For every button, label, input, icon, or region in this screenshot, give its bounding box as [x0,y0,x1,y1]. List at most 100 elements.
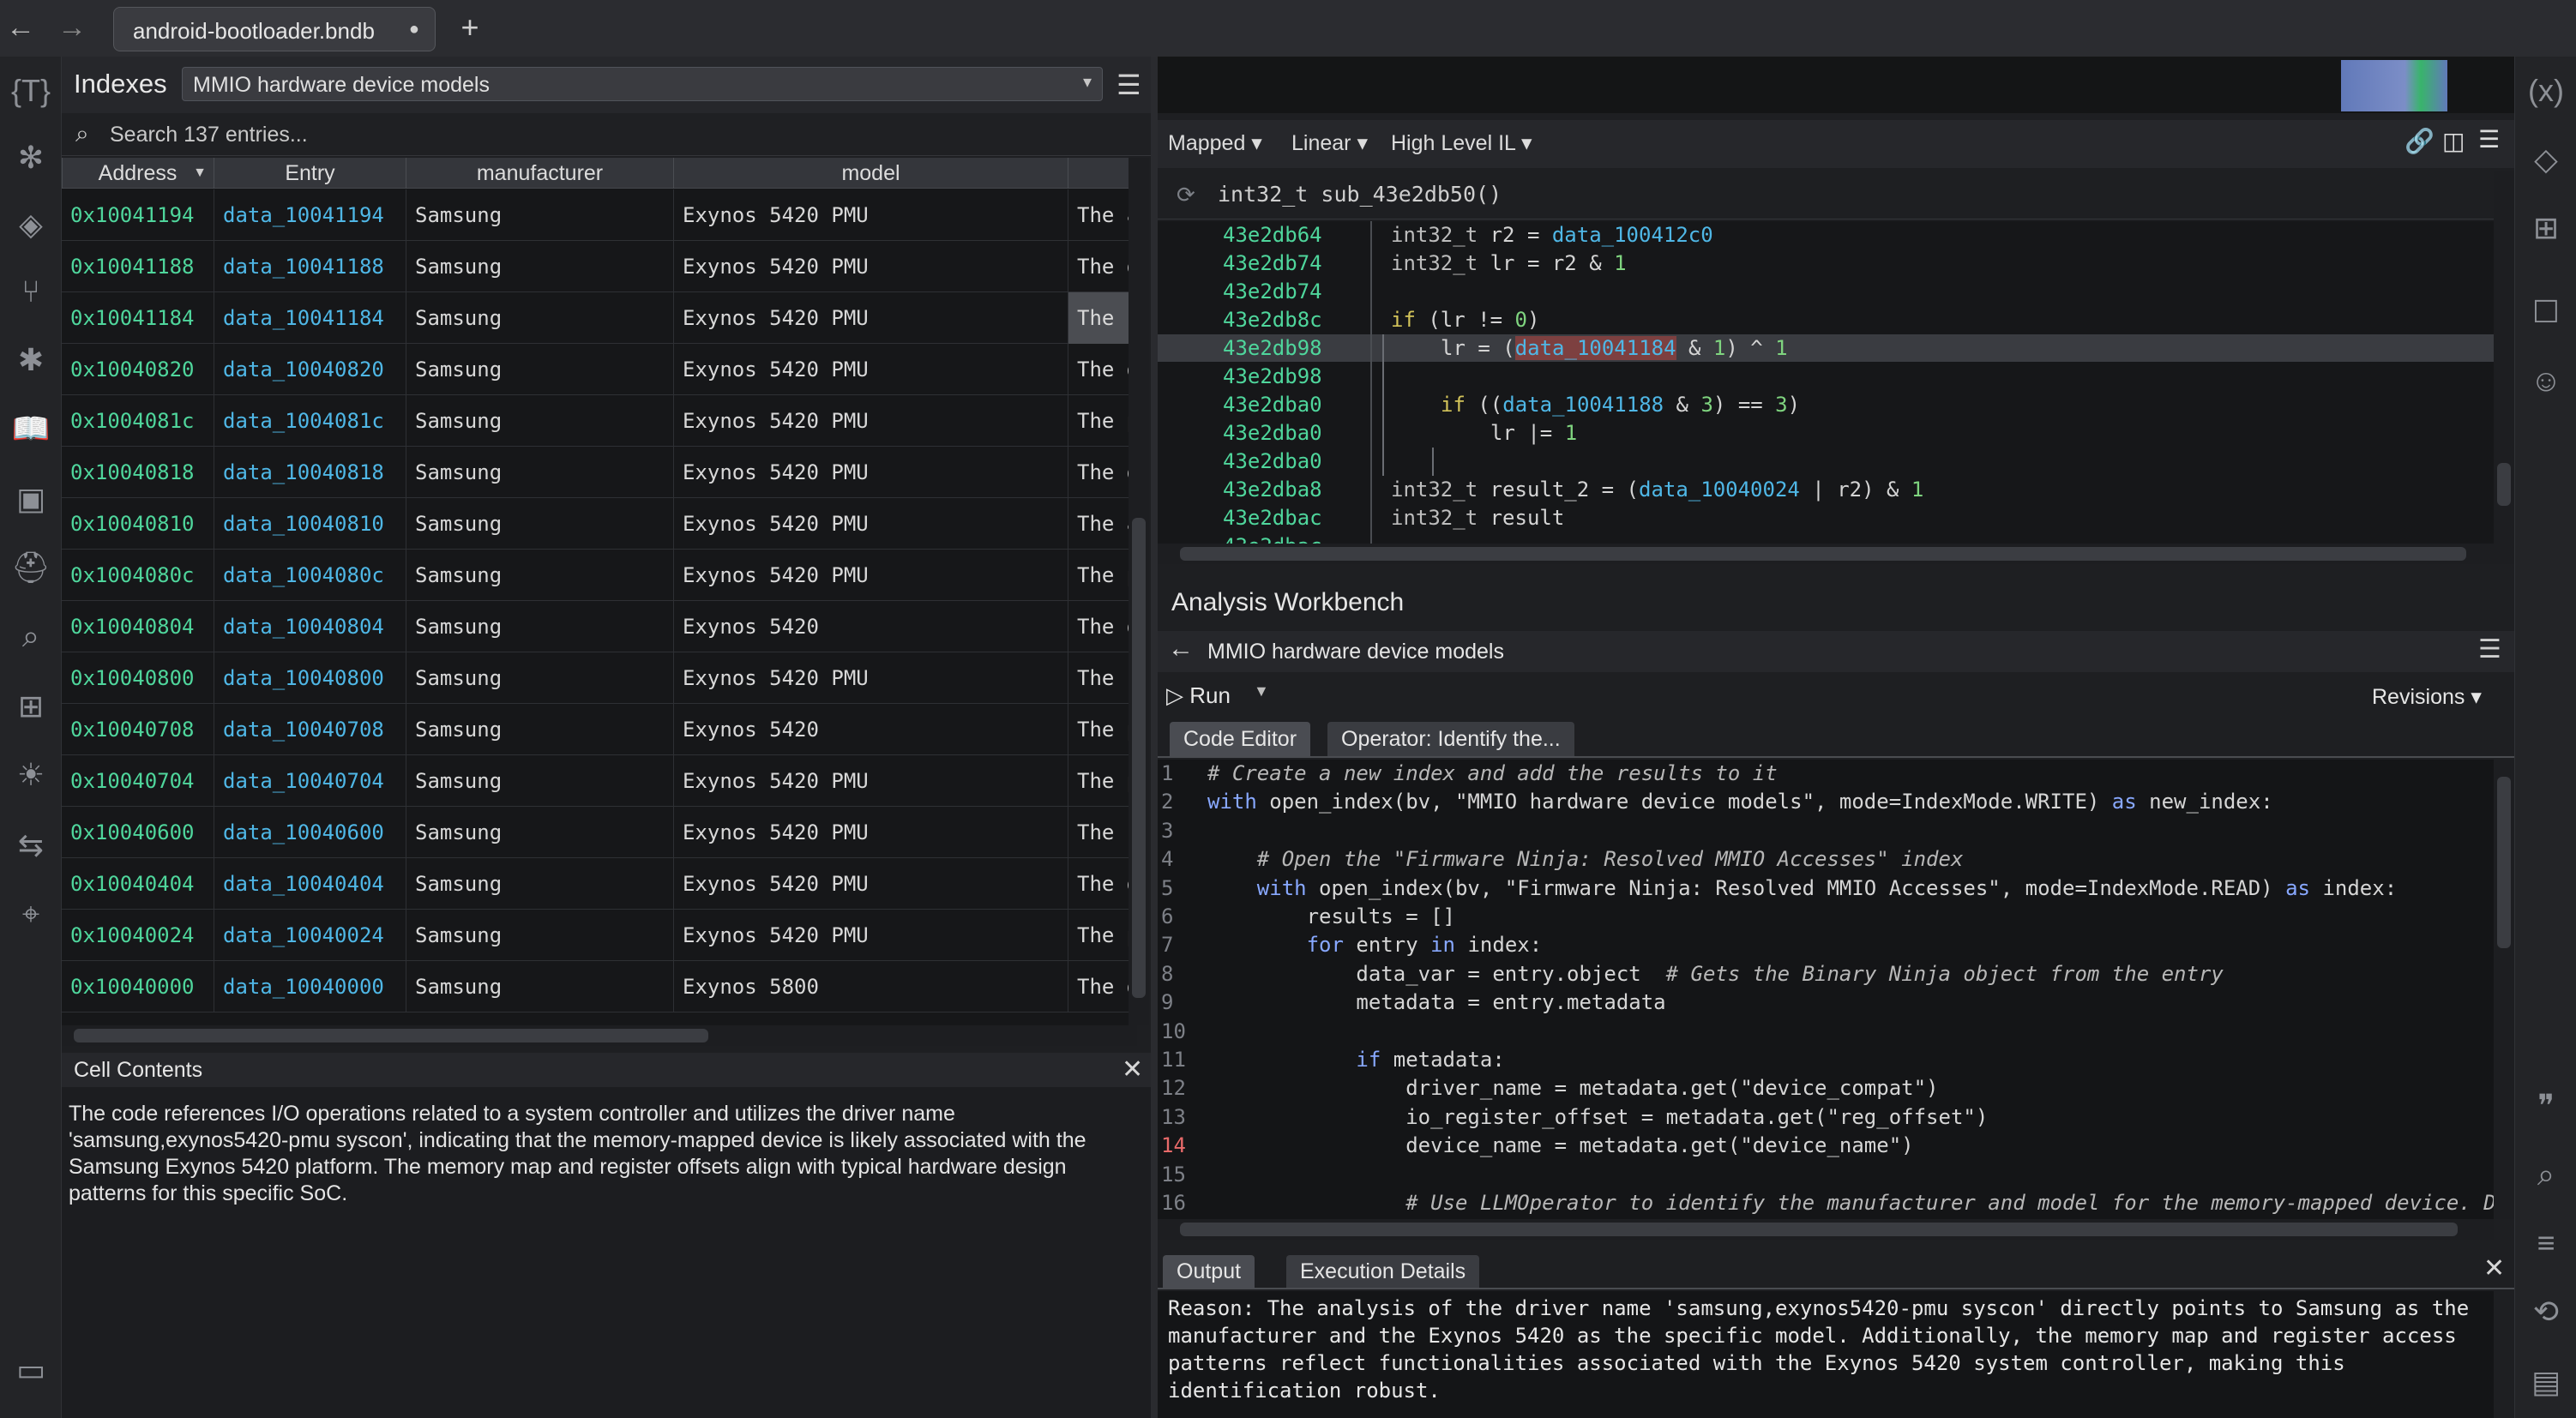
table-cell-address[interactable]: 0x10040820 [62,344,214,395]
table-cell-manufacturer[interactable]: Samsung [406,910,674,961]
table-cell-entry[interactable]: data_10040800 [214,652,406,704]
table-cell-address[interactable]: 0x10041184 [62,292,214,344]
table-cell-address[interactable]: 0x1004080c [62,550,214,601]
code-line[interactable]: 43e2dba0 [1158,448,2494,475]
index-search-input[interactable] [110,118,1053,151]
scrollbar-thumb[interactable] [74,1029,708,1042]
table-cell-manufacturer[interactable]: Samsung [406,498,674,550]
editor-line[interactable]: 14 device_name = metadata.get("device_na… [1158,1132,2494,1159]
editor-line[interactable]: 2 with open_index(bv, "MMIO hardware devi… [1158,788,2494,815]
editor-line[interactable]: 11 if metadata: [1158,1046,2494,1073]
scrollbar-thumb[interactable] [1180,1223,2458,1236]
table-row[interactable]: 0x10040820 data_10040820 Samsung Exynos 542… [62,344,1137,395]
table-cell-entry[interactable]: data_1004080c [214,550,406,601]
table-row[interactable]: 0x1004080c data_1004080c Samsung Exynos 542… [62,550,1137,601]
table-row[interactable]: 0x10040800 data_10040800 Samsung Exynos 542… [62,652,1137,704]
table-cell-desc[interactable]: The ana [1068,498,1137,550]
table-cell-desc[interactable]: The pro [1068,395,1137,447]
table-row[interactable]: 0x10041194 data_10041194 Samsung Exynos 542… [62,189,1137,241]
new-tab-plus-icon[interactable]: + [453,9,487,46]
table-cell-manufacturer[interactable]: Samsung [406,652,674,704]
book-icon[interactable]: 📖 [9,406,53,451]
table-row[interactable]: 0x10040024 data_10040024 Samsung Exynos 542… [62,910,1137,961]
table-cell-model[interactable]: Exynos 5420 PMU [674,447,1068,498]
debugger-bug-icon[interactable]: ✱ [9,338,53,382]
table-cell-manufacturer[interactable]: Samsung [406,241,674,292]
table-cell-desc[interactable]: The pre [1068,910,1137,961]
table-row[interactable]: 0x10040704 data_10040704 Samsung Exynos 542… [62,755,1137,807]
table-row[interactable]: 0x10040000 data_10040000 Samsung Exynos 580… [62,961,1137,1012]
close-icon[interactable]: ✕ [1122,1054,1143,1085]
editor-line[interactable]: 16 # Use LLMOperator to identify the man… [1158,1189,2494,1217]
disassembly-code-area[interactable]: 43e2db64 int32_t r2 = data_100412c0 43e2db… [1158,221,2494,544]
table-cell-desc[interactable]: The dri [1068,858,1137,910]
tags-icon[interactable]: ✻ [9,135,53,180]
table-cell-desc[interactable]: The dri [1068,241,1137,292]
code-line[interactable]: 43e2db98 [1158,363,2494,390]
table-cell-model[interactable]: Exynos 5420 PMU [674,498,1068,550]
table-cell-model[interactable]: Exynos 5420 [674,601,1068,652]
chat-icon[interactable]: ☐ [2524,290,2568,334]
tab-code-editor[interactable]: Code Editor [1170,722,1311,756]
code-line[interactable]: 43e2db74 [1158,278,2494,305]
table-cell-manufacturer[interactable]: Samsung [406,395,674,447]
editor-vertical-scrollbar[interactable] [2494,760,2514,1219]
editor-line[interactable]: 15 [1158,1161,2494,1188]
history-icon[interactable]: ⟲ [2524,1289,2568,1334]
editor-line[interactable]: 8 data_var = entry.object # Gets the Bin… [1158,960,2494,988]
lightbulb-icon[interactable]: ☀ [9,753,53,797]
table-cell-desc[interactable]: The pro [1068,550,1137,601]
table-cell-manufacturer[interactable]: Samsung [406,550,674,601]
column-header-manufacturer[interactable]: manufacturer [406,158,674,189]
editor-line[interactable]: 7 for entry in index: [1158,931,2494,958]
code-line[interactable]: 43e2dbac [1158,532,2494,544]
minimap[interactable] [1158,57,2514,113]
variables-icon[interactable]: (x) [2524,69,2568,113]
forward-arrow-icon[interactable]: → [55,10,89,45]
scrollbar-thumb[interactable] [1132,518,1146,998]
code-line[interactable]: 43e2dba0 if ((data_10041188 & 3) == 3) [1158,391,2494,418]
column-header-description[interactable] [1068,158,1137,189]
grid-icon[interactable]: ⊞ [2524,206,2568,250]
types-icon[interactable]: {T} [9,69,53,113]
table-cell-manufacturer[interactable]: Samsung [406,704,674,755]
table-cell-manufacturer[interactable]: Samsung [406,344,674,395]
table-cell-entry[interactable]: data_10040404 [214,858,406,910]
table-cell-desc[interactable]: The dri [1068,447,1137,498]
editor-line[interactable]: 12 driver_name = metadata.get("device_co… [1158,1074,2494,1102]
table-cell-entry[interactable]: data_10040818 [214,447,406,498]
table-row[interactable]: 0x10040810 data_10040810 Samsung Exynos 542… [62,498,1137,550]
graph-branch-icon[interactable]: ⑂ [9,269,53,314]
bookmark-tag-icon[interactable]: ◈ [9,202,53,247]
table-cell-entry[interactable]: data_10040708 [214,704,406,755]
hierarchy-icon[interactable]: ⊞ [9,684,53,729]
stack-icon[interactable]: ▤ [2524,1360,2568,1404]
tab-output[interactable]: Output [1163,1255,1255,1288]
table-cell-address[interactable]: 0x10040404 [62,858,214,910]
table-row[interactable]: 0x10040600 data_10040600 Samsung Exynos 542… [62,807,1137,858]
back-arrow-icon[interactable]: ← [3,10,38,45]
layers-icon[interactable]: ◇ [2524,137,2568,182]
search-icon[interactable]: ⌕ [2524,1152,2568,1197]
code-line[interactable]: 43e2dba0 lr |= 1 [1158,419,2494,447]
run-button[interactable]: ▷ Run [1166,682,1231,709]
table-row[interactable]: 0x10041188 data_10041188 Samsung Exynos 542… [62,241,1137,292]
editor-line[interactable]: 6 results = [] [1158,903,2494,930]
table-cell-manufacturer[interactable]: Samsung [406,447,674,498]
code-line[interactable]: 43e2dbac int32_t result [1158,504,2494,532]
table-cell-model[interactable]: Exynos 5800 [674,961,1068,1012]
code-horizontal-scrollbar[interactable] [1158,544,2514,564]
table-cell-model[interactable]: Exynos 5420 PMU [674,858,1068,910]
quote-icon[interactable]: ❞ [2524,1084,2568,1128]
editor-horizontal-scrollbar[interactable] [1158,1219,2494,1240]
scrollbar-thumb[interactable] [2497,463,2511,506]
search-doc-icon[interactable]: ⌕ [9,614,53,658]
table-horizontal-scrollbar[interactable] [62,1025,1137,1046]
code-line[interactable]: 43e2dba8 int32_t result_2 = (data_1004002… [1158,476,2494,503]
code-line[interactable]: 43e2db74 int32_t lr = r2 & 1 [1158,249,2494,277]
hamburger-menu-icon[interactable]: ☰ [1116,69,1141,101]
column-header-entry[interactable]: Entry [214,158,406,189]
mapped-dropdown[interactable]: Mapped ▾ [1168,130,1262,156]
table-cell-entry[interactable]: data_1004081c [214,395,406,447]
table-cell-entry[interactable]: data_10040810 [214,498,406,550]
